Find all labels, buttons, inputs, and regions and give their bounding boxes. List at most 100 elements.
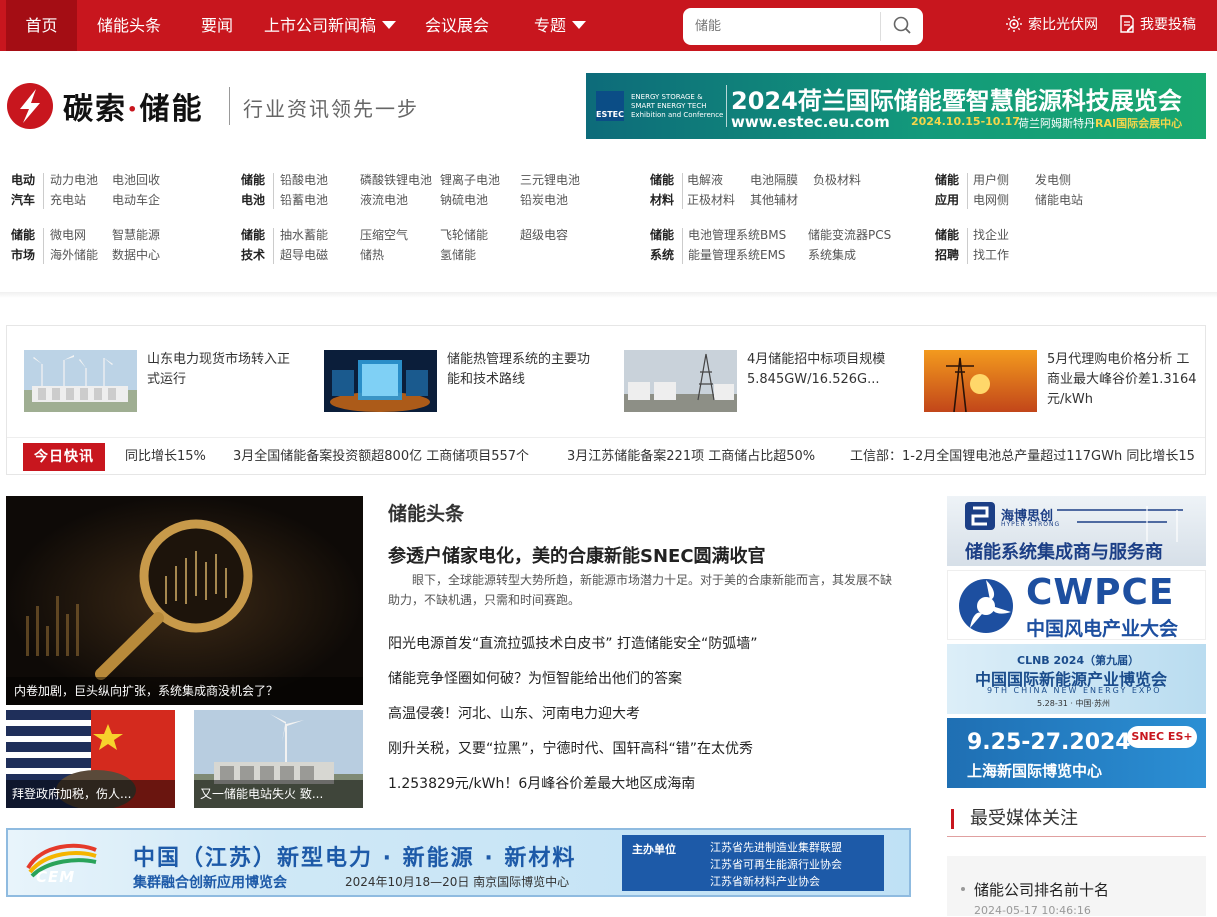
category-link[interactable]: 储能变流器PCS — [808, 225, 891, 245]
news-link[interactable]: 阳光电源首发“直流拉弧技术白皮书” 打造储能安全“防弧墙” — [388, 633, 757, 653]
category-link[interactable]: 液流电池 — [360, 190, 408, 210]
nav-item-listed-companies[interactable]: 上市公司新闻稿 — [264, 0, 397, 51]
category-link[interactable]: 电池管理系统BMS — [688, 225, 786, 245]
category-link[interactable]: 抽水蓄能 — [280, 225, 328, 245]
category-link[interactable]: 智慧能源 — [112, 225, 160, 245]
estec-sub1: ENERGY STORAGE & SMART ENERGY TECH — [631, 93, 707, 110]
category-link[interactable]: 电池隔膜 — [750, 170, 798, 190]
category-label-line: 市场 — [11, 248, 36, 262]
estec-date: 2024.10.15-10.17 — [911, 115, 1020, 128]
category-link[interactable]: 飞轮储能 — [440, 225, 488, 245]
category-divider — [967, 228, 968, 264]
featured-thumb-wind-storage — [24, 350, 137, 412]
category-link[interactable]: 储热 — [360, 245, 384, 265]
sun-icon — [1006, 15, 1022, 32]
cem-host-label: 主办单位 — [632, 843, 676, 856]
category-link[interactable]: 正极材料 — [687, 190, 735, 210]
hyperstrong-brand-en: HYPER STRONG — [1001, 521, 1061, 528]
category-link[interactable]: 发电侧 — [1035, 170, 1071, 190]
flash-item[interactable]: 3月全国储能备案投资额超800亿 工商储项目557个 — [233, 443, 529, 471]
flash-item[interactable]: 3月江苏储能备案221项 工商储占比超50% — [567, 443, 815, 471]
nav-item-topics[interactable]: 专题 — [534, 0, 587, 51]
category-label-line: 储能 — [650, 228, 675, 242]
site-logo-text[interactable]: 碳索·储能 — [63, 84, 203, 128]
category-group-label: 储能 招聘 — [935, 225, 963, 265]
flash-item[interactable]: 工信部：1-2月全国锂电池总产量超过117GWh 同比增长15 — [850, 443, 1195, 471]
category-label-line: 招聘 — [935, 248, 960, 262]
search-input[interactable] — [695, 8, 875, 45]
category-link[interactable]: 钠硫电池 — [440, 190, 488, 210]
snec-ad[interactable]: 9.25-27.2024 上海新国际博览中心 SNEC ES+ — [947, 718, 1206, 788]
category-link[interactable]: 充电站 — [50, 190, 86, 210]
category-label-line: 储能 — [935, 228, 960, 242]
category-link[interactable]: 负极材料 — [813, 170, 861, 190]
nav-item-headlines[interactable]: 储能头条 — [97, 0, 161, 51]
chevron-down-icon — [382, 21, 397, 29]
category-link[interactable]: 其他辅材 — [750, 190, 798, 210]
estec-venue-city: 荷兰阿姆斯特丹 — [1018, 117, 1095, 130]
category-divider — [273, 173, 274, 209]
category-link[interactable]: 电解液 — [687, 170, 723, 190]
category-link[interactable]: 电网侧 — [973, 190, 1009, 210]
category-link[interactable]: 三元锂电池 — [520, 170, 580, 190]
category-link[interactable]: 海外储能 — [50, 245, 98, 265]
category-group-label: 储能 材料 — [650, 170, 678, 210]
small-news-image[interactable]: 又一储能电站失火 致... — [194, 710, 363, 808]
category-link[interactable]: 压缩空气 — [360, 225, 408, 245]
hyperstrong-ad[interactable]: 海博思创 HYPER STRONG 储能系统集成商与服务商 — [947, 496, 1206, 566]
news-link[interactable]: 1.253829元/kWh！6月峰谷价差最大地区成海南 — [388, 773, 695, 793]
category-link[interactable]: 氢储能 — [440, 245, 476, 265]
snec-date: 9.25-27.2024 — [967, 730, 1131, 755]
estec-ad-banner[interactable]: ESTEC ENERGY STORAGE & SMART ENERGY TECH… — [586, 73, 1206, 139]
category-link[interactable]: 电动车企 — [112, 190, 160, 210]
logo-part2: 储能 — [139, 92, 204, 127]
search-button[interactable] — [883, 8, 923, 45]
category-link[interactable]: 系统集成 — [808, 245, 856, 265]
cwpce-title: CWPCE — [1026, 572, 1175, 613]
category-link[interactable]: 找企业 — [973, 225, 1009, 245]
category-link[interactable]: 超级电容 — [520, 225, 568, 245]
site-logo-icon[interactable] — [6, 82, 54, 130]
category-link[interactable]: 动力电池 — [50, 170, 98, 190]
headline-link[interactable]: 参透户储家电化，美的合康新能SNEC圆满收官 — [388, 542, 766, 568]
category-link[interactable]: 找工作 — [973, 245, 1009, 265]
clnb-ad[interactable]: CLNB 2024（第九届） 中国国际新能源产业博览会 9TH CHINA NE… — [947, 644, 1206, 714]
media-list-item[interactable]: 储能公司排名前十名 — [960, 879, 1109, 900]
category-label-line: 电池 — [241, 193, 266, 207]
featured-thumb-tower — [624, 350, 737, 412]
news-link[interactable]: 刚升关税，又要“拉黑”，宁德时代、国轩高科“错”在太优秀 — [388, 738, 753, 758]
section-divider — [0, 292, 1217, 298]
nav-home[interactable]: 首页 — [6, 0, 77, 51]
cem-logo-text: CEM — [36, 868, 76, 886]
small-news-image[interactable]: 拜登政府加税，伤人... — [6, 710, 175, 808]
category-link[interactable]: 数据中心 — [112, 245, 160, 265]
flash-item[interactable]: 同比增长15% — [125, 443, 206, 471]
category-link[interactable]: 铅酸电池 — [280, 170, 328, 190]
small-image-caption: 拜登政府加税，伤人... — [6, 780, 175, 808]
cem-expo-banner[interactable]: CEM 中国（江苏）新型电力 · 新能源 · 新材料 集群融合创新应用博览会 2… — [6, 828, 911, 897]
category-link[interactable]: 磷酸铁锂电池 — [360, 170, 432, 190]
category-link[interactable]: 能量管理系统EMS — [688, 245, 786, 265]
news-link[interactable]: 储能竞争怪圈如何破？为恒智能给出他们的答案 — [388, 668, 682, 688]
category-divider — [43, 228, 44, 264]
category-link[interactable]: 锂离子电池 — [440, 170, 500, 190]
estec-divider — [726, 85, 727, 127]
solar-site-link[interactable]: 索比光伏网 — [1005, 0, 1098, 51]
estec-sub2: Exhibition and Conference — [631, 111, 724, 119]
news-link[interactable]: 高温侵袭！河北、山东、河南电力迎大考 — [388, 703, 640, 723]
submit-article-link[interactable]: 我要投稿 — [1119, 0, 1196, 51]
category-link[interactable]: 超导电磁 — [280, 245, 328, 265]
category-link[interactable]: 铅炭电池 — [520, 190, 568, 210]
main-feature-image[interactable]: 内卷加剧，巨头纵向扩张，系统集成商没机会了？ — [6, 496, 363, 705]
estec-subtitle: ENERGY STORAGE & SMART ENERGY TECH Exhibi… — [631, 93, 726, 120]
cwpce-ad[interactable]: CWPCE 中国风电产业大会 — [947, 570, 1206, 640]
category-link[interactable]: 用户侧 — [973, 170, 1009, 190]
category-link[interactable]: 电池回收 — [112, 170, 160, 190]
nav-item-events[interactable]: 会议展会 — [425, 0, 489, 51]
category-link[interactable]: 微电网 — [50, 225, 86, 245]
category-link[interactable]: 储能电站 — [1035, 190, 1083, 210]
search-box — [683, 8, 923, 45]
nav-item-news[interactable]: 要闻 — [201, 0, 233, 51]
category-label-line: 系统 — [650, 248, 675, 262]
category-link[interactable]: 铅蓄电池 — [280, 190, 328, 210]
